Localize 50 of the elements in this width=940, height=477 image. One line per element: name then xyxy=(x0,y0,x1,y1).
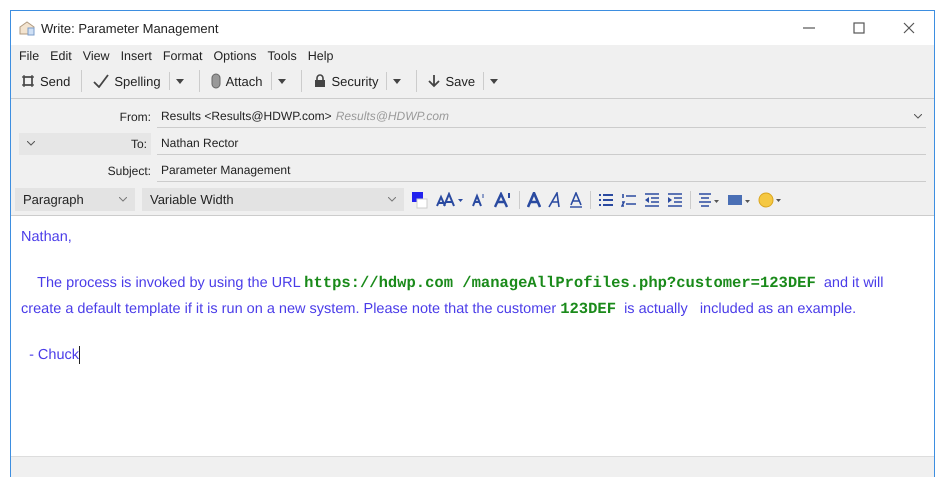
chevron-icon xyxy=(119,197,127,202)
text-color-icon[interactable] xyxy=(411,190,429,208)
paperclip-icon xyxy=(210,73,221,89)
chevron-icon[interactable] xyxy=(27,141,35,146)
message-body[interactable] xyxy=(11,215,934,456)
menu-item[interactable]: Tools xyxy=(268,49,297,63)
toolbar-button[interactable]: Save xyxy=(426,72,478,90)
menu-item[interactable]: Options xyxy=(213,49,257,63)
indent-icon[interactable] xyxy=(667,192,683,206)
paragraph-dropdown[interactable]: Paragraph xyxy=(15,188,135,211)
body-paragraph: The process is invoked by using the URL https://hdwp.com /manageAllProfiles.php?customer=123DEF and it will create a default template if it is run on a new system. Please note that the customer 123DEF is actually included as an example. xyxy=(21,273,884,320)
dropdown-arrow-icon[interactable] xyxy=(278,78,286,84)
dropdown-arrow-icon[interactable] xyxy=(490,78,498,84)
toolbar-button[interactable]: Spelling xyxy=(91,72,163,90)
bold-icon[interactable] xyxy=(527,192,541,208)
menu-item[interactable]: Help xyxy=(308,49,334,63)
dropdown-arrow-icon[interactable] xyxy=(393,78,402,84)
chevron-icon xyxy=(388,197,396,202)
down-arrow-icon xyxy=(428,74,440,88)
bullet-list-icon[interactable] xyxy=(598,192,614,206)
close-icon[interactable] xyxy=(902,21,916,35)
larger-text-icon[interactable] xyxy=(494,192,512,208)
to-label: To: xyxy=(130,136,147,150)
envelope-icon xyxy=(19,20,35,36)
toolbar-button[interactable]: Attach xyxy=(208,71,264,91)
checkmark-icon xyxy=(93,74,110,88)
image-icon[interactable] xyxy=(727,192,751,206)
subject-label: Subject: xyxy=(106,164,151,178)
italic-icon[interactable] xyxy=(548,192,562,208)
body-paragraph: - Chuck xyxy=(28,345,82,366)
font-dropdown[interactable]: Variable Width xyxy=(142,188,404,211)
toolbar-button[interactable]: Send xyxy=(19,72,72,90)
chevron-icon xyxy=(914,114,922,118)
from-label: From: xyxy=(118,110,151,124)
dropdown-arrow-icon[interactable] xyxy=(176,78,184,84)
menu-item[interactable]: Format xyxy=(162,49,202,63)
numbered-list-icon[interactable] xyxy=(621,192,637,206)
menu-item[interactable]: Insert xyxy=(120,49,152,63)
menu-item[interactable]: Edit xyxy=(50,49,72,63)
maximize-icon[interactable] xyxy=(852,21,866,35)
toolbar-button[interactable]: Security xyxy=(310,72,380,90)
font-size-icon[interactable] xyxy=(436,192,464,208)
outdent-icon[interactable] xyxy=(644,192,660,206)
padlock-icon xyxy=(312,74,326,88)
window-title: Write: Parameter Management xyxy=(41,20,218,36)
align-icon[interactable] xyxy=(698,192,720,206)
underline-icon[interactable] xyxy=(569,192,583,208)
body-paragraph: Nathan, xyxy=(21,228,73,247)
menu-item[interactable]: File xyxy=(19,49,40,63)
menu-item[interactable]: View xyxy=(82,49,110,63)
